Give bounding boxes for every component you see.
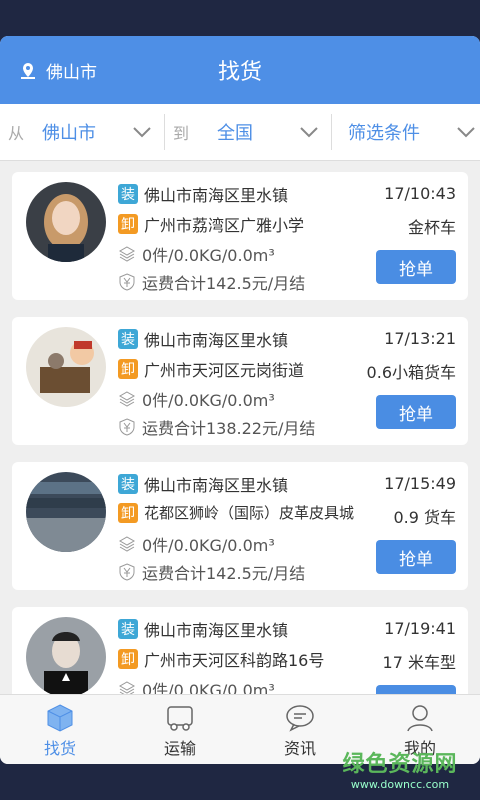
avatar <box>26 472 106 552</box>
order-time: 17/15:49 <box>384 474 456 493</box>
order-time: 17/13:21 <box>384 329 456 348</box>
order-card[interactable]: 装 佛山市南海区里水镇 17/13:21 卸 广州市天河区元岗街道 0.6小箱货… <box>12 317 468 445</box>
order-time: 17/10:43 <box>384 184 456 203</box>
unload-tag: 卸 <box>118 649 138 669</box>
from-filter[interactable]: 从 佛山市 <box>0 104 164 160</box>
unload-tag: 卸 <box>118 359 138 379</box>
chevron-down-icon <box>133 127 151 138</box>
tab-find-goods[interactable]: 找货 <box>0 695 120 764</box>
order-time: 17/19:41 <box>384 619 456 638</box>
grab-order-button[interactable]: 抢单 <box>376 395 456 429</box>
yen-shield-icon <box>119 273 135 291</box>
avatar <box>26 617 106 697</box>
order-card[interactable]: 装 佛山市南海区里水镇 17/15:49 卸 花都区狮岭（国际）皮革皮具城 0.… <box>12 462 468 590</box>
load-tag: 装 <box>118 619 138 639</box>
tab-label: 运输 <box>163 739 196 758</box>
vehicle-type: 0.9 货车 <box>393 508 456 527</box>
filter-bar: 从 佛山市 到 全国 筛选条件 <box>0 104 480 161</box>
conditions-filter[interactable]: 筛选条件 <box>332 104 480 160</box>
app-header: 佛山市 找货 <box>0 36 480 104</box>
yen-shield-icon <box>119 563 135 581</box>
load-address: 佛山市南海区里水镇 <box>144 621 289 640</box>
chevron-down-icon <box>457 127 475 138</box>
freight-fee: 运费合计142.5元/月结 <box>142 274 306 293</box>
grab-order-button[interactable]: 抢单 <box>376 540 456 574</box>
unload-tag: 卸 <box>118 214 138 234</box>
cargo-info: 0件/0.0KG/0.0m³ <box>142 391 275 410</box>
cargo-info: 0件/0.0KG/0.0m³ <box>142 246 275 265</box>
truck-icon <box>167 706 193 731</box>
unload-tag: 卸 <box>118 502 138 523</box>
unload-address: 广州市荔湾区广雅小学 <box>144 216 305 235</box>
cargo-info: 0件/0.0KG/0.0m³ <box>142 536 275 555</box>
layers-icon <box>118 246 136 262</box>
load-tag: 装 <box>118 184 138 204</box>
load-address: 佛山市南海区里水镇 <box>144 476 289 495</box>
conditions-label: 筛选条件 <box>348 123 420 144</box>
yen-shield-icon <box>119 418 135 436</box>
chat-bubble-icon <box>286 705 314 732</box>
load-tag: 装 <box>118 474 138 494</box>
unload-address: 广州市天河区元岗街道 <box>144 361 305 380</box>
to-filter[interactable]: 到 全国 <box>165 104 331 160</box>
load-address: 佛山市南海区里水镇 <box>144 186 289 205</box>
watermark-url: www.downcc.com <box>350 778 450 791</box>
grab-order-button[interactable]: 抢单 <box>376 250 456 284</box>
watermark-title: 绿色资源网 <box>342 752 458 777</box>
freight-fee: 运费合计142.5元/月结 <box>142 564 306 583</box>
app-screen: 佛山市 找货 从 佛山市 到 全国 筛选条件 装 佛山市南海区里水镇 17/10… <box>0 36 480 764</box>
load-address: 佛山市南海区里水镇 <box>144 331 289 350</box>
chevron-down-icon <box>300 127 318 138</box>
avatar <box>26 182 106 262</box>
to-value: 全国 <box>217 123 254 144</box>
user-icon <box>407 705 433 732</box>
order-card[interactable]: 装 佛山市南海区里水镇 17/10:43 卸 广州市荔湾区广雅小学 金杯车 0件… <box>12 172 468 300</box>
tab-label: 资讯 <box>283 739 316 758</box>
layers-icon <box>118 536 136 552</box>
layers-icon <box>118 391 136 407</box>
to-prefix: 到 <box>173 124 190 143</box>
watermark: 绿色资源网 www.downcc.com <box>340 746 460 791</box>
page-title: 找货 <box>217 60 262 85</box>
cube-icon <box>47 704 73 732</box>
unload-address: 花都区狮岭（国际）皮革皮具城 <box>144 504 355 522</box>
from-value: 佛山市 <box>42 123 97 144</box>
vehicle-type: 17 米车型 <box>382 653 456 672</box>
vehicle-type: 0.6小箱货车 <box>366 363 456 382</box>
tab-label: 找货 <box>43 739 76 758</box>
tab-transport[interactable]: 运输 <box>120 695 240 764</box>
freight-fee: 运费合计138.22元/月结 <box>142 419 316 438</box>
vehicle-type: 金杯车 <box>407 218 456 237</box>
unload-address: 广州市天河区科韵路16号 <box>144 651 325 670</box>
from-prefix: 从 <box>8 124 25 143</box>
load-tag: 装 <box>118 329 138 349</box>
avatar <box>26 327 106 407</box>
